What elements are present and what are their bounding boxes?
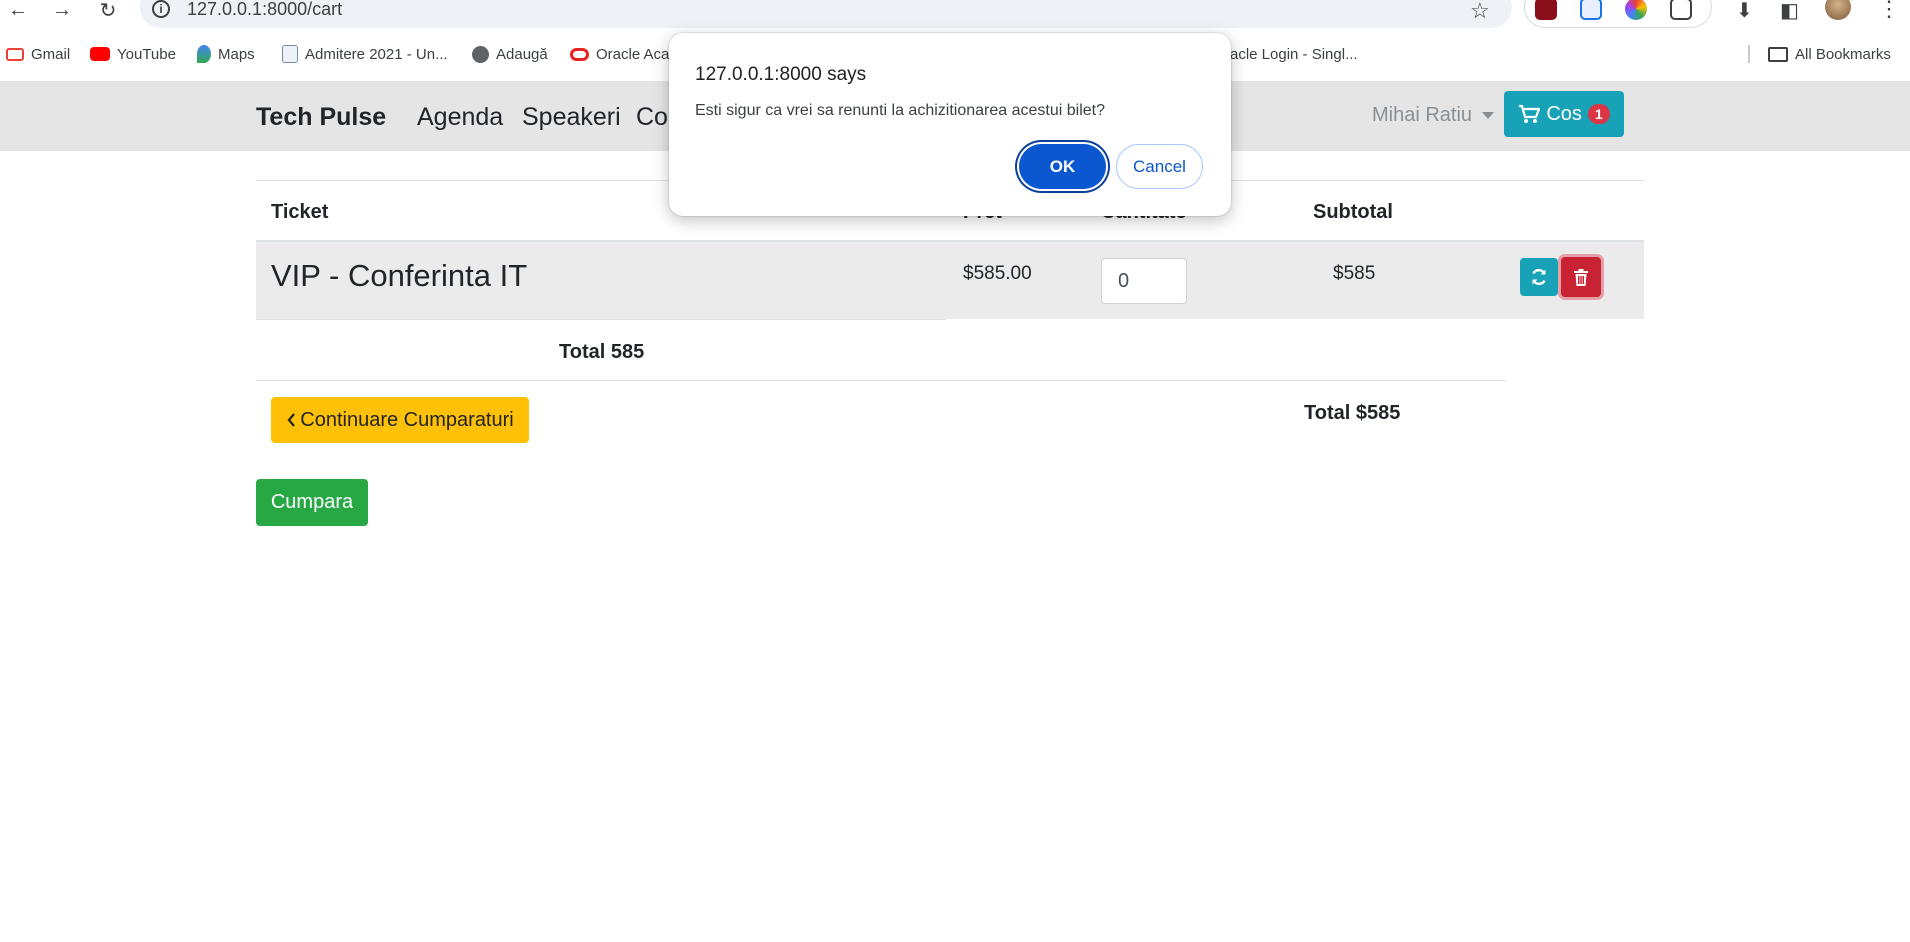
total-summary-left: Total 585: [559, 341, 645, 363]
chevron-left-icon: [287, 413, 296, 427]
oracle-icon: [570, 47, 589, 61]
delete-item-button[interactable]: [1561, 257, 1601, 297]
download-icon[interactable]: ⬇: [1736, 0, 1753, 23]
side-panel-icon[interactable]: ◧: [1780, 0, 1799, 23]
user-dropdown[interactable]: Mihai Ratiu: [1372, 104, 1495, 127]
youtube-icon: [90, 47, 110, 61]
trash-icon: [1574, 268, 1588, 286]
column-header-ticket: Ticket: [271, 201, 329, 223]
cart-count-badge: 1: [1587, 104, 1610, 124]
ticket-name: VIP - Conferinta IT: [271, 258, 528, 293]
bookmark-maps[interactable]: Maps: [197, 42, 255, 66]
dialog-title: 127.0.0.1:8000 says: [695, 64, 867, 85]
forward-icon[interactable]: →: [47, 0, 77, 21]
confirm-dialog: 127.0.0.1:8000 says Esti sigur ca vrei s…: [669, 33, 1231, 216]
bookmark-star-icon[interactable]: ☆: [1470, 0, 1490, 24]
shopping-cart-icon: [1519, 104, 1541, 123]
gmail-icon: [6, 47, 24, 61]
dialog-cancel-button[interactable]: Cancel: [1116, 144, 1203, 189]
bookmark-label: Admitere 2021 - Un...: [305, 45, 448, 63]
total-divider: [256, 380, 1506, 381]
address-bar[interactable]: [140, 0, 1512, 28]
dialog-ok-button[interactable]: OK: [1019, 144, 1106, 189]
bookmark-oracle-academy[interactable]: Oracle Aca: [570, 42, 669, 66]
extensions-puzzle-icon[interactable]: [1670, 0, 1692, 20]
bookmark-label: All Bookmarks: [1795, 45, 1891, 63]
ticket-subtotal: $585: [1333, 263, 1376, 284]
bookmark-label: Maps: [218, 45, 255, 63]
menu-kebab-icon[interactable]: ⋮: [1878, 0, 1900, 22]
quantity-input[interactable]: [1101, 258, 1187, 304]
ticket-price: $585.00: [963, 263, 1032, 284]
folder-icon: [1768, 46, 1788, 62]
bookmark-label: Oracle Aca: [596, 45, 670, 63]
bookmark-label: Adaugă: [496, 45, 548, 63]
bookmark-label: racle Login - Singl...: [1225, 45, 1358, 63]
bookmark-gmail[interactable]: Gmail: [6, 42, 70, 66]
row-divider: [256, 319, 946, 320]
profile-avatar[interactable]: [1825, 0, 1851, 20]
document-icon: [282, 45, 298, 63]
bookmark-oracle-login[interactable]: racle Login - Singl...: [1225, 42, 1358, 66]
reload-icon[interactable]: ↻: [93, 0, 123, 22]
bookmark-adauga[interactable]: Adaugă: [472, 42, 548, 66]
maps-pin-icon: [197, 45, 211, 63]
all-bookmarks[interactable]: All Bookmarks: [1768, 42, 1891, 66]
dialog-message: Esti sigur ca vrei sa renunti la achizit…: [695, 102, 1105, 119]
nav-link-partial[interactable]: Co: [636, 103, 668, 132]
bookmark-admitere[interactable]: Admitere 2021 - Un...: [282, 42, 448, 66]
continue-shopping-label: Continuare Cumparaturi: [300, 408, 514, 431]
url-text[interactable]: 127.0.0.1:8000/cart: [187, 0, 342, 18]
screenshot-extension-icon[interactable]: [1580, 0, 1602, 20]
caret-down-icon: [1482, 112, 1495, 119]
update-quantity-button[interactable]: [1520, 258, 1558, 296]
continue-shopping-button[interactable]: Continuare Cumparaturi: [271, 397, 529, 443]
bookmark-youtube[interactable]: YouTube: [90, 42, 176, 66]
bookmark-label: YouTube: [117, 45, 176, 63]
back-icon[interactable]: ←: [3, 0, 33, 21]
buy-button[interactable]: Cumpara: [256, 479, 368, 526]
bookmarks-separator: [1748, 45, 1750, 63]
brand-logo[interactable]: Tech Pulse: [256, 103, 386, 132]
cart-button[interactable]: Cos 1: [1504, 91, 1624, 137]
ublock-extension-icon[interactable]: [1535, 0, 1557, 20]
bookmark-label: Gmail: [31, 45, 71, 63]
globe-icon: [472, 45, 489, 63]
column-header-subtotal: Subtotal: [1313, 201, 1393, 223]
site-info-icon[interactable]: i: [152, 0, 170, 18]
nav-link-agenda[interactable]: Agenda: [417, 103, 503, 132]
cart-label: Cos: [1546, 102, 1582, 125]
total-summary-right: Total $585: [1304, 402, 1401, 424]
refresh-icon: [1532, 268, 1546, 286]
user-name: Mihai Ratiu: [1372, 104, 1473, 126]
nav-link-speakeri[interactable]: Speakeri: [522, 103, 621, 132]
